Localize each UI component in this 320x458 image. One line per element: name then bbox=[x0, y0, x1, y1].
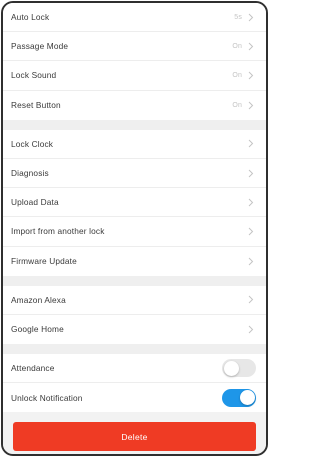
section-divider bbox=[3, 344, 266, 355]
import-from-another-lock-row[interactable]: Import from another lock bbox=[3, 217, 266, 247]
diagnosis-row[interactable]: Diagnosis bbox=[3, 159, 266, 189]
integrations-group: Amazon Alexa Google Home bbox=[3, 285, 266, 345]
lock-tools-group: Lock Clock Diagnosis Upload Data Import … bbox=[3, 129, 266, 276]
passage-mode-label: Passage Mode bbox=[11, 41, 69, 52]
lock-clock-row[interactable]: Lock Clock bbox=[3, 130, 266, 159]
import-from-another-lock-label: Import from another lock bbox=[11, 226, 105, 237]
firmware-update-label: Firmware Update bbox=[11, 256, 77, 267]
amazon-alexa-label: Amazon Alexa bbox=[11, 294, 66, 305]
auto-lock-value: 5s bbox=[234, 13, 242, 21]
attendance-toggle[interactable] bbox=[222, 359, 256, 378]
unlock-notification-label: Unlock Notification bbox=[11, 392, 83, 403]
chevron-right-icon bbox=[246, 139, 256, 149]
section-divider bbox=[3, 119, 266, 130]
passage-mode-row[interactable]: Passage Mode On bbox=[3, 32, 266, 62]
diagnosis-label: Diagnosis bbox=[11, 168, 49, 179]
auto-lock-row[interactable]: Auto Lock 5s bbox=[3, 3, 266, 33]
chevron-right-icon bbox=[246, 256, 256, 266]
passage-mode-value: On bbox=[232, 42, 242, 50]
chevron-right-icon bbox=[246, 295, 256, 305]
auto-lock-label: Auto Lock bbox=[11, 12, 50, 23]
upload-data-row[interactable]: Upload Data bbox=[3, 188, 266, 218]
google-home-label: Google Home bbox=[11, 324, 64, 335]
unlock-notification-toggle[interactable] bbox=[222, 388, 256, 407]
chevron-right-icon bbox=[246, 226, 256, 236]
unlock-notification-row: Unlock Notification bbox=[3, 383, 266, 412]
lock-settings-group: Auto Lock 5s Passage Mode On Lock Sound … bbox=[3, 3, 266, 120]
firmware-update-row[interactable]: Firmware Update bbox=[3, 247, 266, 276]
settings-screen: Auto Lock 5s Passage Mode On Lock Sound … bbox=[1, 1, 268, 456]
lock-sound-value: On bbox=[232, 71, 242, 79]
google-home-row[interactable]: Google Home bbox=[3, 315, 266, 344]
chevron-right-icon bbox=[246, 100, 256, 110]
notifications-group: Attendance Unlock Notification bbox=[3, 354, 266, 413]
lock-sound-label: Lock Sound bbox=[11, 70, 57, 81]
section-divider bbox=[3, 275, 266, 286]
attendance-label: Attendance bbox=[11, 363, 55, 374]
lock-clock-label: Lock Clock bbox=[11, 138, 54, 149]
chevron-right-icon bbox=[246, 70, 256, 80]
toggle-knob bbox=[223, 360, 239, 376]
lock-sound-row[interactable]: Lock Sound On bbox=[3, 61, 266, 91]
reset-button-value: On bbox=[232, 101, 242, 109]
chevron-right-icon bbox=[246, 168, 256, 178]
attendance-row: Attendance bbox=[3, 354, 266, 384]
toggle-knob bbox=[239, 390, 255, 406]
reset-button-label: Reset Button bbox=[11, 100, 61, 111]
chevron-right-icon bbox=[246, 41, 256, 51]
reset-button-row[interactable]: Reset Button On bbox=[3, 91, 266, 120]
chevron-right-icon bbox=[246, 324, 256, 334]
delete-section: Delete bbox=[3, 412, 266, 452]
chevron-right-icon bbox=[246, 197, 256, 207]
chevron-right-icon bbox=[246, 12, 256, 22]
delete-button[interactable]: Delete bbox=[13, 422, 256, 452]
amazon-alexa-row[interactable]: Amazon Alexa bbox=[3, 286, 266, 315]
upload-data-label: Upload Data bbox=[11, 197, 59, 208]
